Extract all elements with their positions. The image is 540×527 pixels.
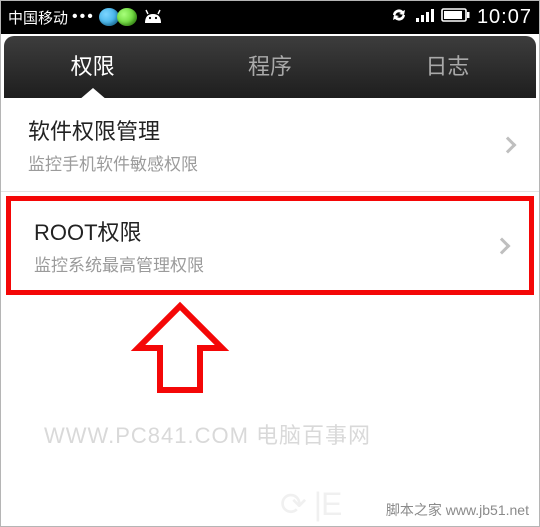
watermark-jb51: 脚本之家 www.jb51.net	[383, 499, 532, 521]
chevron-right-icon	[500, 136, 517, 153]
clock: 10:07	[477, 6, 532, 29]
settings-list: 软件权限管理 监控手机软件敏感权限 ROOT权限 监控系统最高管理权限	[0, 98, 540, 295]
item-subtitle: 监控系统最高管理权限	[34, 251, 204, 276]
carrier-label: 中国移动	[8, 7, 68, 28]
item-root-permissions[interactable]: ROOT权限 监控系统最高管理权限	[6, 196, 534, 295]
status-left: 中国移动 •••	[8, 7, 165, 28]
android-icon	[141, 9, 165, 25]
tab-logs[interactable]: 日志	[359, 35, 536, 99]
sync-icon	[389, 5, 409, 30]
tab-apps[interactable]: 程序	[181, 35, 358, 99]
item-software-permissions[interactable]: 软件权限管理 监控手机软件敏感权限	[0, 98, 540, 192]
item-title: ROOT权限	[34, 215, 204, 247]
item-text: 软件权限管理 监控手机软件敏感权限	[28, 114, 198, 175]
tab-bar: 权限 程序 日志	[4, 36, 536, 98]
item-title: 软件权限管理	[28, 114, 198, 146]
status-bar: 中国移动 •••	[0, 0, 540, 34]
chevron-right-icon	[494, 237, 511, 254]
tab-permissions[interactable]: 权限	[4, 35, 181, 99]
more-dots: •••	[72, 8, 95, 26]
status-right: 10:07	[389, 5, 532, 30]
notification-icon-green	[117, 8, 137, 26]
item-subtitle: 监控手机软件敏感权限	[28, 150, 198, 175]
signal-icon	[415, 7, 435, 28]
notification-icon-blue	[99, 8, 119, 26]
faded-logo: ⟳ |E	[280, 485, 341, 523]
battery-icon	[441, 7, 471, 28]
item-text: ROOT权限 监控系统最高管理权限	[34, 215, 204, 276]
watermark-pc841: WWW.PC841.COM 电脑百事网	[44, 418, 371, 450]
annotation-arrow-up-icon	[130, 300, 230, 405]
